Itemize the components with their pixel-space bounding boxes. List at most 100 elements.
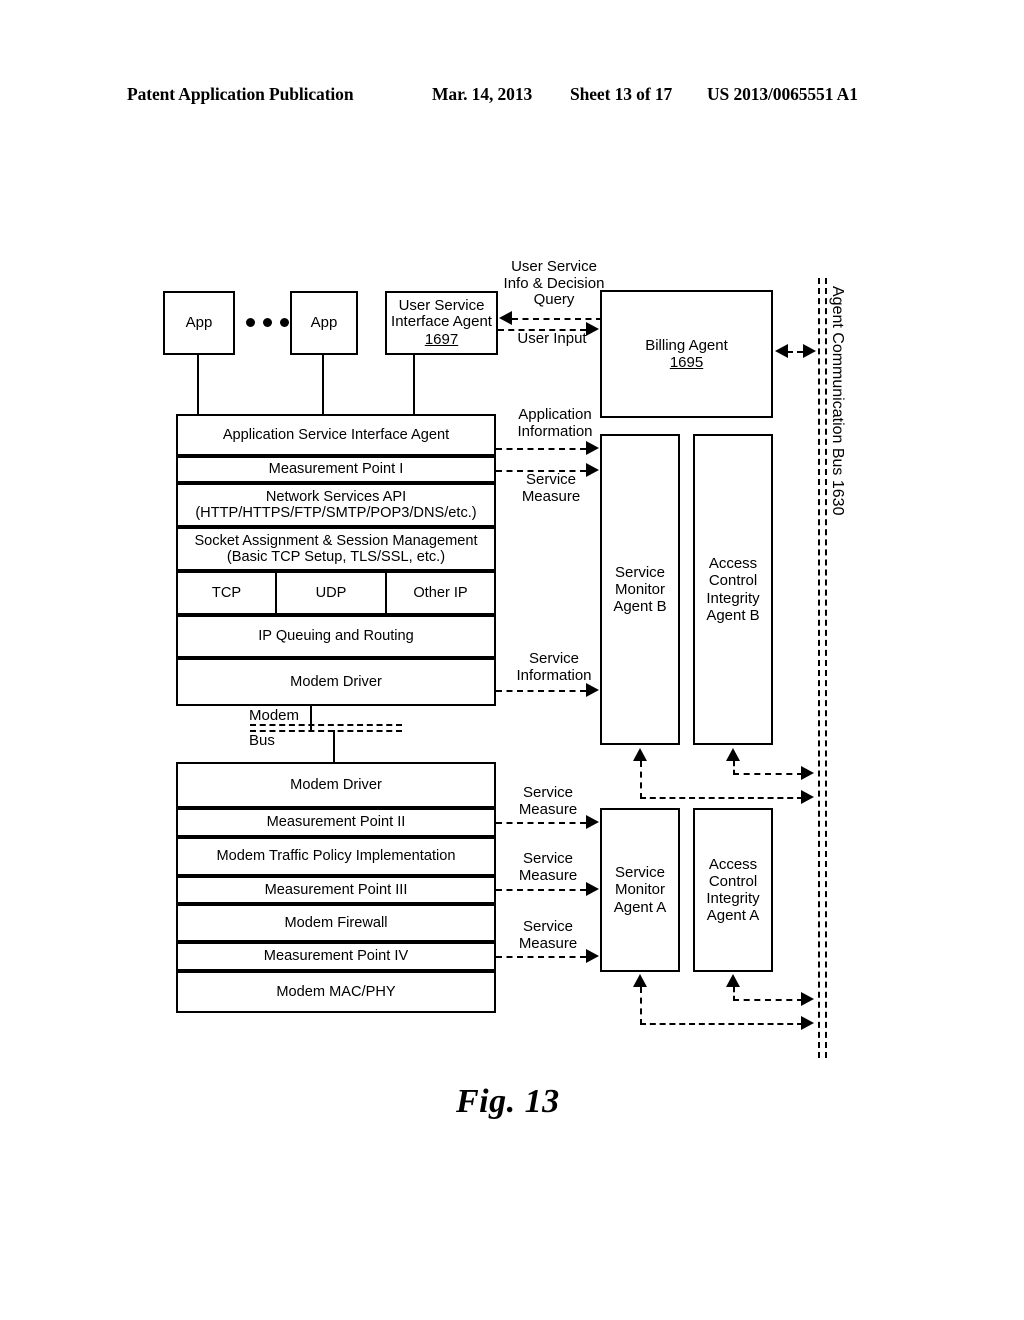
- agent-communication-bus: [818, 278, 827, 1058]
- bus-feedback-hline-service-monitor-b: [640, 797, 803, 799]
- flow-label-user-service-info-decision-query: User Service Info & Decision Query: [503, 258, 605, 308]
- flow-label-service-measure-upper: Service Measure: [521, 471, 581, 505]
- billing-agent-title: Billing Agent: [645, 336, 728, 354]
- bus-feedback-arrowhead-service-monitor-b: [801, 790, 814, 804]
- stack-row-label: Modem Firewall: [284, 914, 388, 931]
- flow-label-user-input: User Input: [517, 330, 587, 347]
- stack-row-label: TCP: [211, 584, 242, 601]
- stack-row-label: Measurement Point III: [264, 881, 408, 898]
- service-monitor-agent-a-label: Service Monitor Agent A: [613, 864, 667, 916]
- flow-line-service-information: [496, 690, 586, 692]
- bus-feedback-arrow-service-monitor-a: [633, 974, 647, 987]
- bus-feedback-arrow-access-control-a: [726, 974, 740, 987]
- bus-feedback-vline-service-monitor-a: [640, 987, 642, 1025]
- flow-line-service-measure-lower-2: [496, 889, 586, 891]
- flow-line-service-measure-lower-3: [496, 956, 586, 958]
- user-service-interface-agent-box: User Service Interface Agent 1697: [385, 291, 498, 355]
- stack-row-application-service-interface-agent: Application Service Interface Agent: [176, 414, 496, 456]
- stack-row-label: Measurement Point IV: [263, 948, 409, 965]
- header-patent-number: US 2013/0065551 A1: [707, 84, 858, 104]
- flow-line-application-information: [496, 448, 586, 450]
- access-control-integrity-agent-a-box: Access Control Integrity Agent A: [693, 808, 773, 972]
- billing-agent-ref: 1695: [669, 354, 704, 371]
- bus-feedback-vline-service-monitor-b: [640, 761, 642, 799]
- flow-label-service-information: Service Information: [516, 650, 592, 684]
- flow-arrow-user-service-info-decision-query: [499, 311, 512, 325]
- stack-row-label: IP Queuing and Routing: [258, 628, 414, 645]
- flow-arrow-service-measure-lower-3: [586, 949, 599, 963]
- modem-bus-label-line1: Modem: [249, 707, 300, 724]
- flow-line-service-measure-lower-1: [496, 822, 586, 824]
- stack-row-socket-assignment-session-management: Socket Assignment & Session Management (…: [176, 527, 496, 571]
- stack-row-label: Modem Traffic Policy Implementation: [216, 848, 456, 865]
- connector-usia-to-stack: [413, 355, 415, 415]
- stack-row-label: UDP: [315, 584, 347, 601]
- stack-row-network-services-api: Network Services API (HTTP/HTTPS/FTP/SMT…: [176, 483, 496, 527]
- flow-label-service-measure-lower-2: Service Measure: [518, 850, 578, 884]
- service-monitor-agent-b-box: Service Monitor Agent B: [600, 434, 680, 745]
- bus-feedback-arrow-service-monitor-b: [633, 748, 647, 761]
- stack-row-label: Modem MAC/PHY: [276, 983, 396, 1000]
- bus-feedback-hline-access-control-b: [733, 773, 803, 775]
- stack-row-other-ip: Other IP: [385, 571, 496, 615]
- user-service-interface-agent-ref: 1697: [424, 330, 459, 348]
- flow-arrow-service-information: [586, 683, 599, 697]
- stack-row-modem-driver-lower: Modem Driver: [176, 762, 496, 808]
- stack-row-label: Network Services API (HTTP/HTTPS/FTP/SMT…: [195, 488, 477, 521]
- app-box-left-label: App: [185, 314, 213, 332]
- figure-caption: Fig. 13: [456, 1083, 560, 1120]
- stack-row-modem-driver-upper: Modem Driver: [176, 658, 496, 706]
- header-sheet: Sheet 13 of 17: [570, 84, 673, 104]
- access-control-integrity-agent-b-box: Access Control Integrity Agent B: [693, 434, 773, 745]
- modem-bus-line: [250, 724, 402, 732]
- stack-row-udp: UDP: [275, 571, 387, 615]
- stack-row-modem-traffic-policy-implementation: Modem Traffic Policy Implementation: [176, 837, 496, 876]
- stack-row-label: Other IP: [413, 584, 468, 601]
- stack-row-measurement-point-iv: Measurement Point IV: [176, 942, 496, 971]
- connector-app-right-to-stack: [322, 355, 324, 415]
- stack-row-measurement-point-i: Measurement Point I: [176, 456, 496, 483]
- stack-row-measurement-point-iii: Measurement Point III: [176, 876, 496, 904]
- access-control-integrity-agent-a-label: Access Control Integrity Agent A: [706, 855, 760, 925]
- flow-arrow-service-measure-lower-1: [586, 815, 599, 829]
- app-box-right-label: App: [310, 314, 338, 332]
- flow-arrow-service-measure-lower-2: [586, 882, 599, 896]
- service-monitor-agent-b-label: Service Monitor Agent B: [613, 563, 667, 616]
- billing-agent-bus-line: [787, 351, 803, 353]
- app-box-right: App: [290, 291, 358, 355]
- flow-line-user-service-info-decision-query: [512, 318, 602, 320]
- bus-feedback-hline-service-monitor-a: [640, 1023, 803, 1025]
- flow-label-service-measure-lower-3: Service Measure: [518, 918, 578, 952]
- connector-modem-bus-to-lower-stack: [333, 730, 335, 762]
- billing-agent-box: Billing Agent 1695: [600, 290, 773, 418]
- stack-row-label: Modem Driver: [290, 673, 382, 690]
- stack-row-label: Measurement Point II: [266, 814, 406, 831]
- bus-feedback-arrowhead-access-control-a: [801, 992, 814, 1006]
- flow-label-application-information: Application Information: [517, 406, 593, 440]
- header-date: Mar. 14, 2013: [432, 84, 533, 104]
- modem-bus-label-line2: Bus: [249, 732, 275, 749]
- stack-row-label: Modem Driver: [290, 776, 382, 793]
- connector-app-left-to-stack: [197, 355, 199, 415]
- bus-feedback-arrowhead-access-control-b: [801, 766, 814, 780]
- header-publication: Patent Application Publication: [127, 84, 354, 104]
- page-header: Patent Application Publication Mar. 14, …: [0, 84, 1024, 114]
- stack-row-label: Socket Assignment & Session Management (…: [194, 532, 478, 565]
- agent-communication-bus-label: Agent Communication Bus 1630: [829, 286, 846, 516]
- bus-feedback-hline-access-control-a: [733, 999, 803, 1001]
- access-control-integrity-agent-b-label: Access Control Integrity Agent B: [706, 555, 760, 624]
- bus-feedback-arrowhead-service-monitor-a: [801, 1016, 814, 1030]
- stack-row-label: Application Service Interface Agent: [222, 426, 450, 443]
- flow-label-service-measure-lower-1: Service Measure: [518, 784, 578, 818]
- bus-feedback-arrow-access-control-b: [726, 748, 740, 761]
- stack-row-label: Measurement Point I: [268, 461, 404, 478]
- stack-row-measurement-point-ii: Measurement Point II: [176, 808, 496, 837]
- stack-row-modem-firewall: Modem Firewall: [176, 904, 496, 942]
- stack-row-ip-queuing-and-routing: IP Queuing and Routing: [176, 615, 496, 658]
- billing-agent-bus-arrow-right: [803, 344, 816, 358]
- stack-row-tcp: TCP: [176, 571, 277, 615]
- user-service-interface-agent-title: User Service Interface Agent: [391, 296, 492, 331]
- apps-ellipsis-icon: [246, 318, 289, 327]
- app-box-left: App: [163, 291, 235, 355]
- stack-row-modem-mac-phy: Modem MAC/PHY: [176, 971, 496, 1013]
